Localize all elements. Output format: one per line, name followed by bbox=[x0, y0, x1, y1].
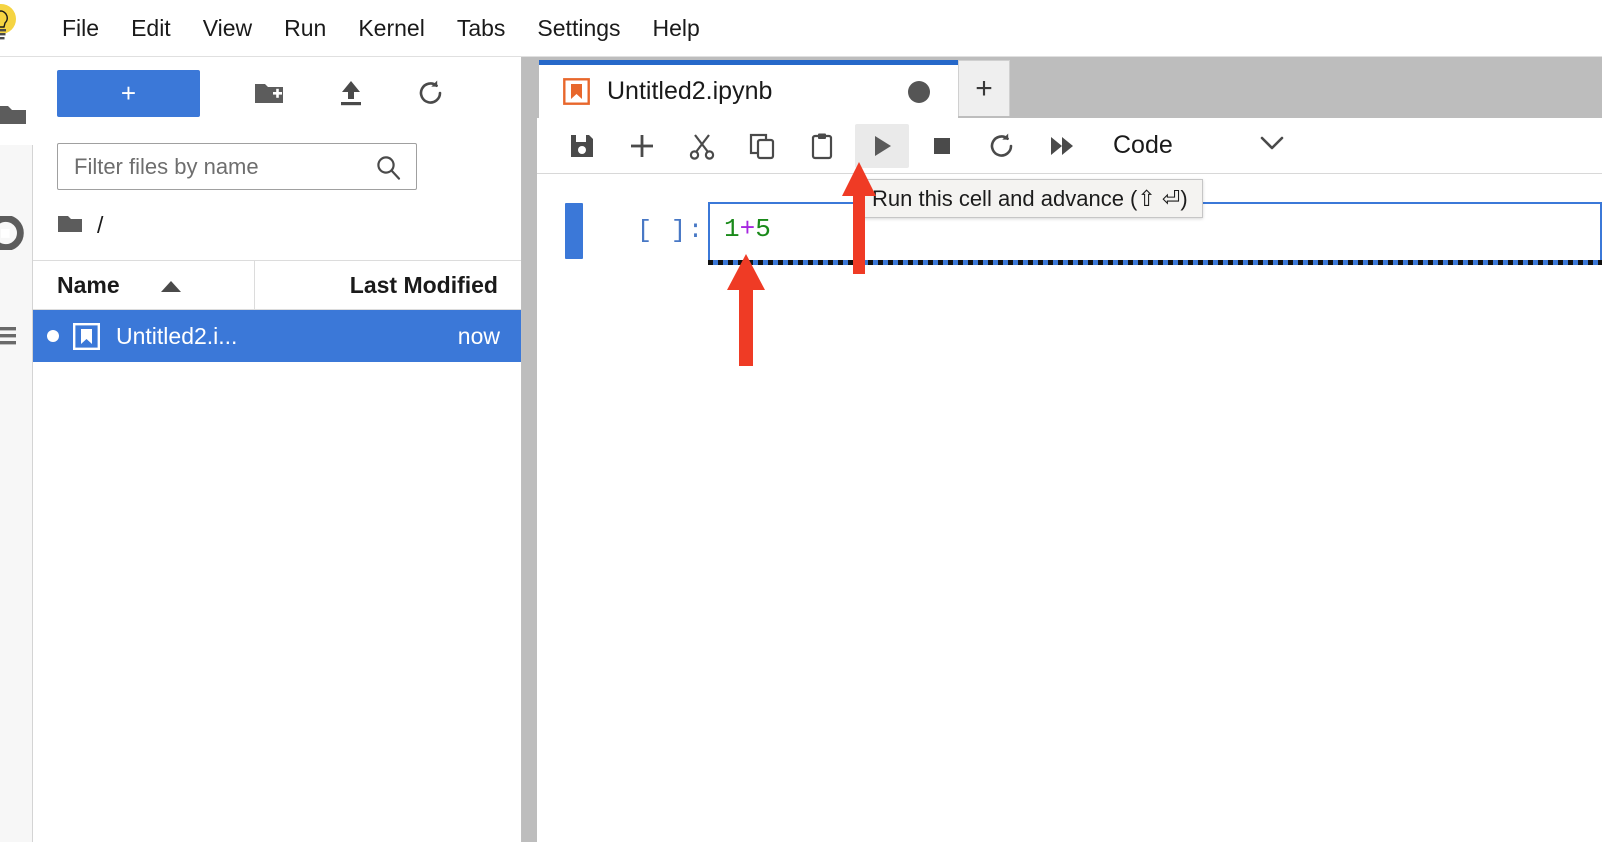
cell-type-select[interactable]: Code bbox=[1113, 124, 1285, 168]
play-icon bbox=[875, 135, 891, 156]
menu-item-help[interactable]: Help bbox=[637, 0, 716, 57]
list-item-name: Untitled2.i... bbox=[116, 322, 238, 349]
notebook-icon bbox=[563, 78, 590, 105]
stop-square-icon bbox=[934, 137, 950, 154]
fast-forward-icon bbox=[1051, 136, 1073, 155]
cell-type-value: Code bbox=[1113, 131, 1173, 159]
stop-button[interactable] bbox=[915, 124, 969, 168]
new-launcher-button[interactable]: + bbox=[57, 69, 200, 117]
refresh-button[interactable] bbox=[404, 70, 458, 117]
copy-icon bbox=[749, 133, 775, 159]
arrow-to-run-button bbox=[840, 160, 878, 280]
column-header-name[interactable]: Name bbox=[33, 260, 255, 310]
list-item[interactable]: Untitled2.i... now bbox=[33, 310, 521, 362]
refresh-icon bbox=[419, 80, 442, 104]
new-folder-icon bbox=[255, 84, 283, 103]
plus-icon bbox=[631, 134, 653, 157]
tab-title: Untitled2.ipynb bbox=[607, 77, 773, 105]
file-browser-toolbar: + bbox=[33, 57, 521, 129]
chevron-down-icon bbox=[1259, 135, 1285, 156]
commands-list-icon bbox=[0, 327, 16, 345]
new-tab-button[interactable]: + bbox=[958, 60, 1010, 116]
tab-untitled2-ipynb[interactable]: Untitled2.ipynb bbox=[539, 60, 958, 118]
jupyterlab-window: File Edit View Run Kernel Tabs Settings … bbox=[0, 0, 1602, 842]
new-folder-button[interactable] bbox=[242, 70, 296, 117]
jupyter-logo-icon bbox=[0, 2, 22, 46]
menu-item-edit[interactable]: Edit bbox=[115, 0, 187, 57]
folder-icon bbox=[58, 216, 82, 232]
restart-button[interactable] bbox=[975, 124, 1029, 168]
menu-bar: File Edit View Run Kernel Tabs Settings … bbox=[0, 0, 1602, 57]
scissors-icon bbox=[689, 133, 715, 160]
menu-item-file[interactable]: File bbox=[46, 0, 115, 57]
notebook-icon bbox=[73, 322, 100, 350]
active-cell-indicator bbox=[565, 203, 583, 259]
copy-button[interactable] bbox=[735, 124, 789, 168]
left-sidebar-rail bbox=[0, 57, 33, 842]
file-list-header: Name Last Modified bbox=[33, 260, 521, 310]
restart-icon bbox=[990, 133, 1013, 157]
upload-icon bbox=[341, 81, 361, 106]
menu-items: File Edit View Run Kernel Tabs Settings … bbox=[46, 0, 716, 57]
column-header-name-label: Name bbox=[57, 271, 120, 298]
file-browser-panel: + Filter files by name / Name Last Modif… bbox=[33, 57, 522, 842]
notebook-scroll-area: [ ]: 1+5 bbox=[537, 174, 1602, 842]
menu-item-run[interactable]: Run bbox=[268, 0, 342, 57]
running-kernels-icon bbox=[0, 216, 24, 250]
menu-item-view[interactable]: View bbox=[187, 0, 268, 57]
cut-button[interactable] bbox=[675, 124, 729, 168]
upload-button[interactable] bbox=[324, 70, 378, 117]
insert-cell-button[interactable] bbox=[615, 124, 669, 168]
cell-prompt: [ ]: bbox=[637, 216, 706, 245]
list-item-modified: now bbox=[457, 322, 500, 349]
search-icon bbox=[374, 153, 416, 181]
sidebar-item-commands[interactable] bbox=[0, 307, 33, 363]
cell-source-code: 1+5 bbox=[724, 214, 771, 244]
tooltip-run-button: Run this cell and advance (⇧ ⏎) bbox=[857, 179, 1203, 218]
notebook-toolbar: Code bbox=[537, 118, 1602, 174]
filter-files-field[interactable] bbox=[57, 143, 417, 190]
restart-run-all-button[interactable] bbox=[1035, 124, 1089, 168]
file-browser-icon bbox=[0, 106, 26, 124]
clipboard-icon bbox=[811, 133, 833, 159]
sidebar-item-file-browser[interactable] bbox=[0, 85, 33, 141]
breadcrumb-root[interactable]: / bbox=[97, 212, 103, 239]
main-dock-area: Untitled2.ipynb + Code []: 1+5 bbox=[537, 57, 1602, 842]
menu-item-settings[interactable]: Settings bbox=[521, 0, 636, 57]
column-header-last-modified[interactable]: Last Modified bbox=[255, 260, 521, 310]
search-input[interactable] bbox=[58, 153, 374, 180]
code-token-operator: + bbox=[739, 214, 756, 244]
breadcrumb[interactable]: / bbox=[57, 205, 103, 245]
sort-ascending-icon bbox=[160, 272, 182, 299]
code-token-number: 1 bbox=[724, 214, 740, 244]
arrow-to-code-cell bbox=[725, 252, 767, 372]
sidebar-item-running[interactable] bbox=[0, 205, 33, 261]
save-button[interactable] bbox=[555, 124, 609, 168]
save-icon bbox=[571, 134, 593, 157]
code-token-number-2: 5 bbox=[755, 214, 771, 244]
tab-dirty-indicator[interactable] bbox=[908, 80, 930, 103]
running-indicator-dot bbox=[47, 330, 59, 342]
tab-bar: Untitled2.ipynb + bbox=[537, 57, 1602, 118]
panel-splitter[interactable] bbox=[522, 57, 537, 842]
menu-item-kernel[interactable]: Kernel bbox=[342, 0, 440, 57]
menu-item-tabs[interactable]: Tabs bbox=[441, 0, 522, 57]
